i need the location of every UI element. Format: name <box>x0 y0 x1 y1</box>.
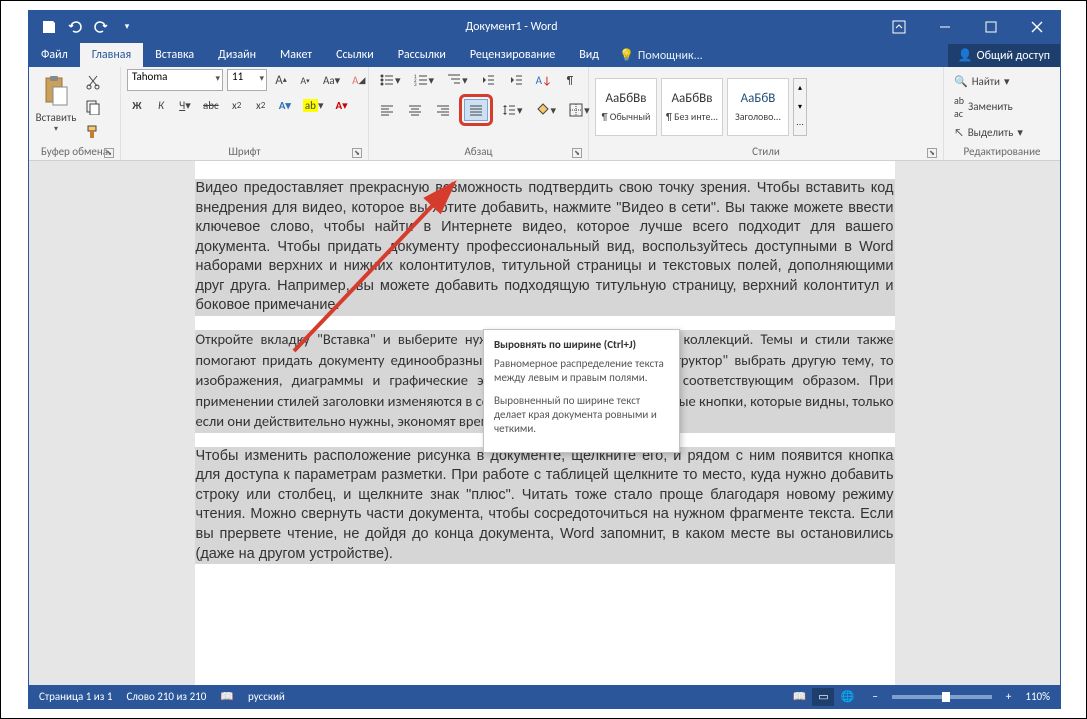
style-normal[interactable]: АаБбВв¶ Обычный <box>595 78 657 136</box>
show-marks-button[interactable]: ¶ <box>560 69 580 91</box>
print-layout-button[interactable]: ▭ <box>812 688 834 706</box>
font-family-select[interactable]: Tahoma <box>127 69 223 91</box>
tab-mailings[interactable]: Рассылки <box>386 43 458 67</box>
status-words[interactable]: Слово 210 из 210 <box>126 690 206 703</box>
window-title: Документ1 - Word <box>147 20 876 34</box>
tab-references[interactable]: Ссылки <box>324 43 386 67</box>
save-icon[interactable] <box>41 19 57 35</box>
justify-tooltip: Выровнять по ширине (Ctrl+J) Равномерное… <box>483 329 680 453</box>
shrink-font-button[interactable]: A▾ <box>295 69 315 91</box>
web-layout-button[interactable]: 🌐 <box>836 688 858 706</box>
bullets-button[interactable]: ▾ <box>375 69 405 91</box>
tooltip-p2: Выровненный по ширине текст делает края … <box>494 394 669 437</box>
tab-review[interactable]: Рецензирование <box>458 43 567 67</box>
font-launcher[interactable]: ⬊ <box>352 148 362 158</box>
status-language[interactable]: русский <box>248 690 285 703</box>
copy-button[interactable] <box>81 96 105 118</box>
numbering-button[interactable]: 123▾ <box>409 69 439 91</box>
editing-group-label: Редактирование <box>964 145 1041 158</box>
justify-button[interactable] <box>464 99 488 121</box>
ribbon-tabstrip: Файл Главная Вставка Дизайн Макет Ссылки… <box>29 42 1060 67</box>
align-center-button[interactable] <box>403 99 427 121</box>
close-button[interactable] <box>1014 11 1060 42</box>
increase-indent-button[interactable] <box>504 69 528 91</box>
align-right-button[interactable] <box>431 99 455 121</box>
status-spellcheck-icon[interactable]: 📖 <box>220 690 234 703</box>
replace-button[interactable]: abac Заменить <box>950 92 1027 122</box>
clipboard-launcher[interactable]: ⬊ <box>104 148 114 158</box>
bold-button[interactable]: Ж <box>127 94 147 116</box>
tell-me[interactable]: 💡 Помощник... <box>611 44 711 67</box>
paste-button[interactable]: Вставить ▾ <box>35 73 77 141</box>
paragraph-launcher[interactable]: ⬊ <box>572 148 582 158</box>
find-button[interactable]: 🔍 Найти ▾ <box>950 73 1027 90</box>
change-case-button[interactable]: Aa▾ <box>319 69 344 91</box>
styles-launcher[interactable]: ⬊ <box>927 148 937 158</box>
tab-design[interactable]: Дизайн <box>206 43 268 67</box>
justify-highlight-annotation <box>459 94 493 126</box>
tooltip-title: Выровнять по ширине (Ctrl+J) <box>494 338 669 351</box>
italic-button[interactable]: К <box>151 94 171 116</box>
font-group-label: Шрифт <box>228 145 260 158</box>
underline-button[interactable]: Ч▾ <box>175 94 195 116</box>
superscript-button[interactable]: x2 <box>251 94 271 116</box>
font-color-button[interactable]: A▾ <box>331 94 351 116</box>
decrease-indent-button[interactable] <box>476 69 500 91</box>
maximize-button[interactable] <box>968 11 1014 42</box>
tab-view[interactable]: Вид <box>567 43 611 67</box>
status-bar: Страница 1 из 1 Слово 210 из 210 📖 русск… <box>29 685 1060 708</box>
subscript-button[interactable]: x2 <box>227 94 247 116</box>
doc-paragraph-1[interactable]: Видео предоставляет прекрасную возможнос… <box>195 179 895 316</box>
format-painter-button[interactable] <box>81 121 105 143</box>
tab-insert[interactable]: Вставка <box>143 43 206 67</box>
zoom-out-button[interactable]: − <box>872 690 877 703</box>
read-mode-button[interactable]: 📖 <box>788 688 810 706</box>
tab-home[interactable]: Главная <box>80 43 143 67</box>
multilevel-list-button[interactable]: ▾ <box>442 69 472 91</box>
tell-me-label: Помощник... <box>638 49 703 63</box>
doc-paragraph-3[interactable]: Чтобы изменить расположение рисунка в до… <box>195 447 895 564</box>
style-no-spacing[interactable]: АаБбВв¶ Без инте... <box>661 78 723 136</box>
zoom-thumb[interactable] <box>942 692 950 702</box>
share-button[interactable]: 👤 Общий доступ <box>948 44 1060 67</box>
highlight-button[interactable]: ab▾ <box>299 94 328 116</box>
ribbon-options-icon[interactable] <box>876 11 922 42</box>
clipboard-group-label: Буфер обмена <box>41 145 108 158</box>
svg-text:3: 3 <box>414 82 417 88</box>
strikethrough-button[interactable]: abc <box>199 94 223 116</box>
clear-formatting-button[interactable]: A◢ <box>348 69 369 91</box>
paragraph-group-label: Абзац <box>465 145 493 158</box>
zoom-in-button[interactable]: + <box>1006 690 1011 703</box>
shading-button[interactable]: ▾ <box>531 99 561 121</box>
sort-button[interactable]: A↓ <box>532 69 556 91</box>
align-left-button[interactable] <box>375 99 399 121</box>
text-effects-button[interactable]: A▾ <box>275 94 295 116</box>
zoom-level[interactable]: 110% <box>1025 690 1050 703</box>
line-spacing-button[interactable]: ▾ <box>497 99 527 121</box>
tooltip-p1: Равномерное распределение текста между л… <box>494 357 669 386</box>
grow-font-button[interactable]: A▴ <box>271 69 291 91</box>
undo-icon[interactable] <box>67 19 83 35</box>
paste-label: Вставить <box>36 111 77 124</box>
style-heading1[interactable]: АаБбВЗаголово... <box>727 78 789 136</box>
document-area[interactable]: Видео предоставляет прекрасную возможнос… <box>29 161 1060 685</box>
tab-file[interactable]: Файл <box>29 43 80 67</box>
zoom-slider[interactable] <box>892 695 992 699</box>
ribbon: Вставить ▾ Буфер обмена⬊ Tahoma 11 A▴ A▾… <box>29 67 1060 161</box>
tab-layout[interactable]: Макет <box>268 43 324 67</box>
styles-scroll[interactable]: ▴▾⋯ <box>793 78 807 136</box>
status-page[interactable]: Страница 1 из 1 <box>39 690 112 703</box>
redo-icon[interactable] <box>93 19 109 35</box>
share-label: Общий доступ <box>977 49 1050 63</box>
minimize-button[interactable] <box>922 11 968 42</box>
select-button[interactable]: ↖ Выделить ▾ <box>950 124 1027 141</box>
styles-group-label: Стили <box>752 145 780 158</box>
qat-dropdown-icon[interactable]: ▾ <box>119 19 135 35</box>
font-size-select[interactable]: 11 <box>227 69 267 91</box>
title-bar: ▾ Документ1 - Word <box>29 11 1060 42</box>
cut-button[interactable] <box>81 71 105 93</box>
